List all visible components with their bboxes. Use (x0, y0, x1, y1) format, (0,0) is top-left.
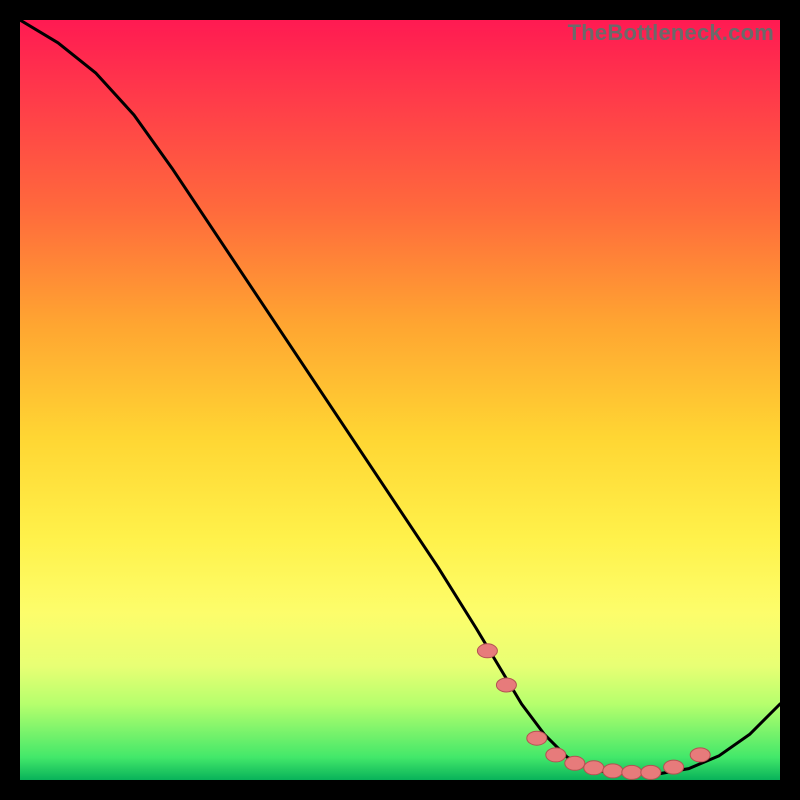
watermark-text: TheBottleneck.com (568, 20, 774, 46)
highlight-dot (690, 748, 710, 762)
highlight-dot (565, 756, 585, 770)
highlight-dot (584, 761, 604, 775)
highlight-dot (603, 764, 623, 778)
chart-frame: TheBottleneck.com (20, 20, 780, 780)
highlight-dot (527, 731, 547, 745)
highlight-markers (477, 644, 710, 780)
highlight-dot (622, 765, 642, 779)
highlight-dot (664, 760, 684, 774)
highlight-dot (496, 678, 516, 692)
highlight-dot (477, 644, 497, 658)
bottleneck-curve-line (20, 20, 780, 774)
highlight-dot (546, 748, 566, 762)
highlight-dot (641, 765, 661, 779)
bottleneck-curve-plot (20, 20, 780, 780)
